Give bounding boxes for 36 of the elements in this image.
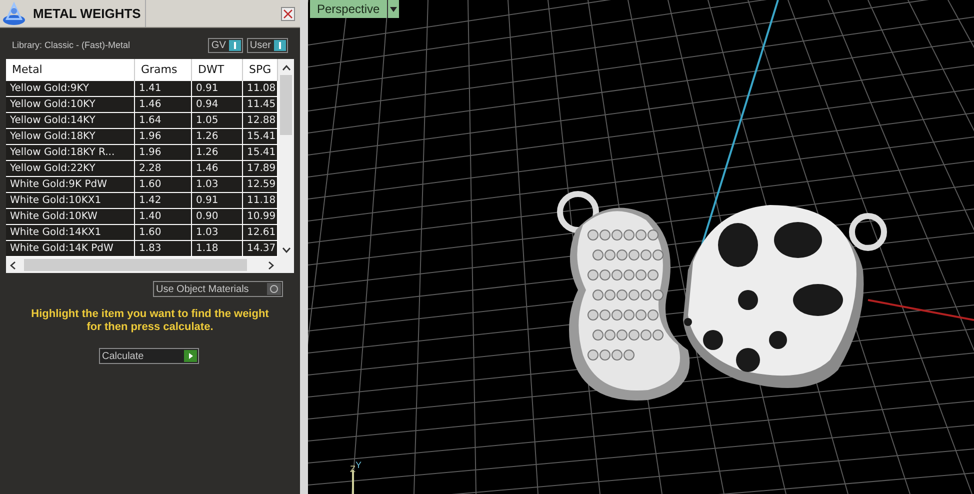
scrollbar[interactable]: [278, 59, 294, 257]
window-title: METAL WEIGHTS: [33, 4, 142, 23]
table-row[interactable]: White Gold:14KX1 1.60 1.03 12.61: [6, 225, 278, 241]
3d-viewport-drawing[interactable]: [308, 0, 974, 494]
table-row[interactable]: Yellow Gold:10KY 1.46 0.94 11.45: [6, 97, 278, 113]
horizontal-scrollbar[interactable]: [6, 257, 294, 273]
table-row[interactable]: Yellow Gold:14KY 1.64 1.05 12.88: [6, 113, 278, 129]
scrollbar-thumb[interactable]: [280, 75, 292, 135]
scroll-up-icon: [282, 65, 290, 71]
table-row[interactable]: White Gold:10KX1 1.42 0.91 11.18: [6, 193, 278, 209]
view-dropdown-button[interactable]: [386, 0, 399, 18]
table-row[interactable]: Yellow Gold:18KY R... 1.96 1.26 15.41: [6, 145, 278, 161]
table-row[interactable]: Yellow Gold:18KY 1.96 1.26 15.41: [6, 129, 278, 145]
table-row[interactable]: White Gold:10KW 1.40 0.90 10.99: [6, 209, 278, 225]
play-icon: [184, 350, 197, 362]
table-row[interactable]: White Gold:14K PdW 1.83 1.18 14.37: [6, 241, 278, 257]
close-button[interactable]: [281, 6, 295, 20]
library-label: Library: Classic - (Fast)-Metal: [12, 38, 132, 52]
axis-label: Y: [356, 460, 362, 472]
table-row[interactable]: White Gold:9K PdW 1.60 1.03 12.59: [6, 177, 278, 193]
toggle-switch[interactable]: GV: [208, 38, 243, 53]
close-icon: [283, 8, 293, 18]
app-logo-icon: [1, 0, 27, 26]
instruction-text: Highlight the item you want to find the weight for then press calculate.: [30, 308, 270, 334]
scroll-right-icon: [268, 260, 274, 270]
scrollbar-thumb[interactable]: [24, 259, 247, 271]
scroll-left-icon: [10, 260, 16, 270]
use-object-materials-checkbox[interactable]: Use Object Materials: [153, 281, 283, 297]
table-row[interactable]: Yellow Gold:9KY 1.41 0.91 11.08: [6, 81, 278, 97]
panel-splitter[interactable]: [300, 0, 308, 494]
scroll-down-icon: [282, 247, 290, 253]
toggle-switch[interactable]: User: [246, 38, 288, 53]
table-row[interactable]: Yellow Gold:22KY 2.28 1.46 17.89: [6, 161, 278, 177]
caret-icon: [390, 6, 397, 12]
view-menu-button[interactable]: Perspective: [310, 0, 387, 18]
calculate-button[interactable]: Calculate: [99, 348, 199, 364]
